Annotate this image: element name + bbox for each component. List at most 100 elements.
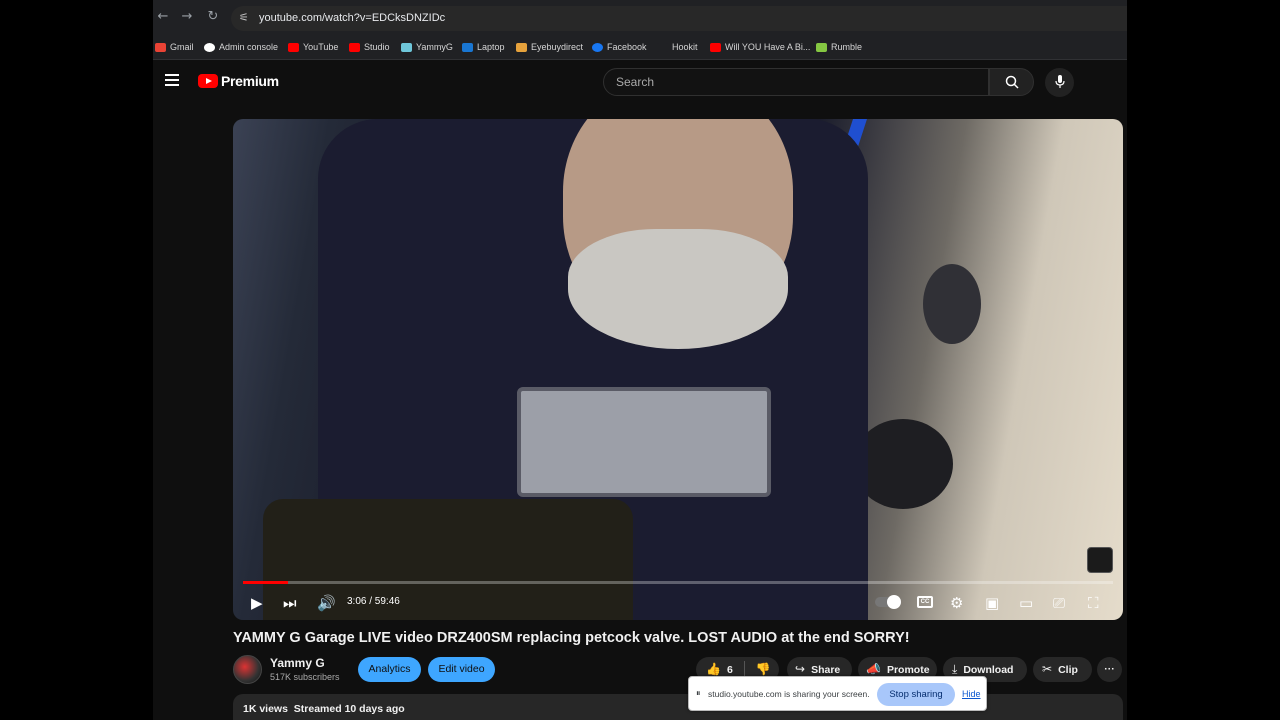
video-meta: 1K views Streamed 10 days ago (243, 703, 405, 715)
settings-button[interactable]: ⚙ (950, 594, 963, 612)
bookmark-label: YouTube (303, 42, 339, 52)
video-title: YAMMY G Garage LIVE video DRZ400SM repla… (233, 630, 910, 646)
bookmark-yammyg[interactable]: YammyG (401, 40, 453, 54)
avatar[interactable] (233, 655, 262, 684)
screen-share-notification: ⏸ studio.youtube.com is sharing your scr… (688, 676, 987, 711)
share-label: Share (811, 664, 841, 676)
address-url[interactable]: youtube.com/watch?v=EDCksDNZIDc (259, 12, 445, 24)
back-arrow-icon[interactable]: ← (155, 9, 171, 25)
share-message: studio.youtube.com is sharing your scree… (708, 689, 870, 699)
scissors-icon: ✂ (1042, 662, 1053, 676)
subscriber-count: 517K subscribers (270, 672, 340, 682)
youtube-icon (288, 42, 299, 52)
bookmark-will-you[interactable]: Will YOU Have A Bi... (710, 40, 810, 54)
analytics-button[interactable]: Analytics (358, 657, 421, 682)
voice-search-button[interactable] (1045, 68, 1074, 97)
site-settings-icon[interactable]: ⚟ (239, 11, 249, 24)
browser-toolbar: ← → ↻ ⚟ youtube.com/watch?v=EDCksDNZIDc (153, 0, 1127, 34)
volume-button[interactable]: 🔊 (317, 594, 336, 612)
more-actions-button[interactable]: ··· (1097, 657, 1122, 682)
address-bar[interactable]: ⚟ youtube.com/watch?v=EDCksDNZIDc (231, 6, 1127, 31)
channel-watermark[interactable] (1087, 547, 1113, 573)
bookmark-label: YammyG (416, 42, 453, 52)
like-count: 6 (726, 664, 733, 676)
clip-label: Clip (1058, 664, 1078, 676)
youtube-icon (710, 42, 721, 52)
bookmark-label: Eyebuydirect (531, 42, 584, 52)
edit-video-button[interactable]: Edit video (428, 657, 495, 682)
pause-icon: ⏸ (696, 689, 701, 699)
bookmark-label: Hookit (672, 42, 698, 52)
bookmark-facebook[interactable]: Facebook (592, 40, 647, 54)
like-button[interactable]: 👍 6 (706, 662, 733, 676)
rumble-icon (816, 42, 827, 52)
yammyg-icon (401, 42, 412, 52)
thumbs-up-icon: 👍 (706, 662, 721, 676)
stop-sharing-button[interactable]: Stop sharing (877, 683, 955, 706)
youtube-logo[interactable]: Premium (198, 73, 279, 89)
hide-link[interactable]: Hide (962, 689, 981, 699)
thumbs-down-icon[interactable]: 👎 (756, 662, 771, 676)
play-button[interactable]: ▶ (251, 594, 263, 612)
bookmark-gmail[interactable]: Gmail (155, 40, 194, 54)
google-icon (204, 42, 215, 52)
fullscreen-button[interactable]: ⛶ (1088, 594, 1099, 612)
bookmark-label: Facebook (607, 42, 647, 52)
bookmark-label: Rumble (831, 42, 863, 52)
bookmarks-bar: Gmail Admin console YouTube Studio Yammy… (153, 34, 1127, 60)
video-frame-decor (853, 419, 953, 509)
promote-label: Promote (886, 664, 930, 676)
glasses-icon (516, 42, 527, 52)
description-box[interactable]: 1K views Streamed 10 days ago (233, 694, 1123, 720)
logo-text: Premium (221, 73, 279, 89)
video-frame-decor (517, 387, 771, 497)
video-player[interactable]: ▶ ⏭ 🔊 3:06 / 59:46 CC ⚙ ▣ ▭ ⎚ ⛶ (233, 119, 1123, 620)
stream-date: Streamed 10 days ago (293, 703, 405, 715)
bookmark-youtube[interactable]: YouTube (288, 40, 338, 54)
youtube-studio-icon (349, 42, 360, 52)
channel-name[interactable]: Yammy G (270, 656, 325, 670)
cast-button[interactable]: ⎚ (1053, 594, 1065, 612)
progress-fill (243, 581, 289, 584)
progress-bar[interactable] (243, 581, 1113, 584)
search-input[interactable] (604, 69, 988, 95)
download-icon: ⤓ (952, 662, 958, 676)
youtube-header: Premium (153, 61, 1127, 103)
reload-icon[interactable]: ↻ (205, 9, 221, 25)
forward-arrow-icon[interactable]: → (179, 9, 195, 25)
view-count: 1K views (243, 703, 288, 715)
microphone-icon (1054, 75, 1065, 88)
miniplayer-button[interactable]: ▣ (985, 594, 999, 612)
bookmark-label: Will YOU Have A Bi... (725, 42, 811, 52)
bookmark-eyebuydirect[interactable]: Eyebuydirect (516, 40, 583, 54)
hookit-icon (657, 42, 668, 52)
megaphone-icon: 📣 (866, 662, 881, 676)
download-label: Download (963, 664, 1014, 676)
clip-button[interactable]: ✂ Clip (1033, 657, 1092, 682)
bookmark-label: Studio (364, 42, 390, 52)
bookmark-studio[interactable]: Studio (349, 40, 390, 54)
bookmark-laptop[interactable]: Laptop (462, 40, 505, 54)
bookmark-hookit[interactable]: Hookit (657, 40, 698, 54)
facebook-icon (592, 42, 603, 52)
gmail-icon (155, 42, 166, 52)
search-box (603, 68, 989, 96)
search-button[interactable] (989, 68, 1034, 96)
next-button[interactable]: ⏭ (283, 594, 297, 612)
search-icon (1005, 75, 1019, 89)
menu-icon[interactable] (165, 74, 179, 86)
dell-icon (462, 42, 473, 52)
bookmark-label: Admin console (219, 42, 279, 52)
bookmark-label: Laptop (477, 42, 505, 52)
bookmark-rumble[interactable]: Rumble (816, 40, 862, 54)
bookmark-admin-console[interactable]: Admin console (204, 40, 278, 54)
bookmark-label: Gmail (170, 42, 194, 52)
video-frame-decor (568, 229, 788, 349)
share-icon: ↪ (795, 662, 806, 676)
youtube-play-icon (198, 74, 218, 88)
time-display: 3:06 / 59:46 (347, 596, 400, 607)
video-frame-decor (923, 264, 981, 344)
theater-mode-button[interactable]: ▭ (1019, 594, 1033, 612)
autoplay-toggle[interactable] (875, 595, 901, 609)
subtitles-button[interactable]: CC (917, 596, 933, 608)
